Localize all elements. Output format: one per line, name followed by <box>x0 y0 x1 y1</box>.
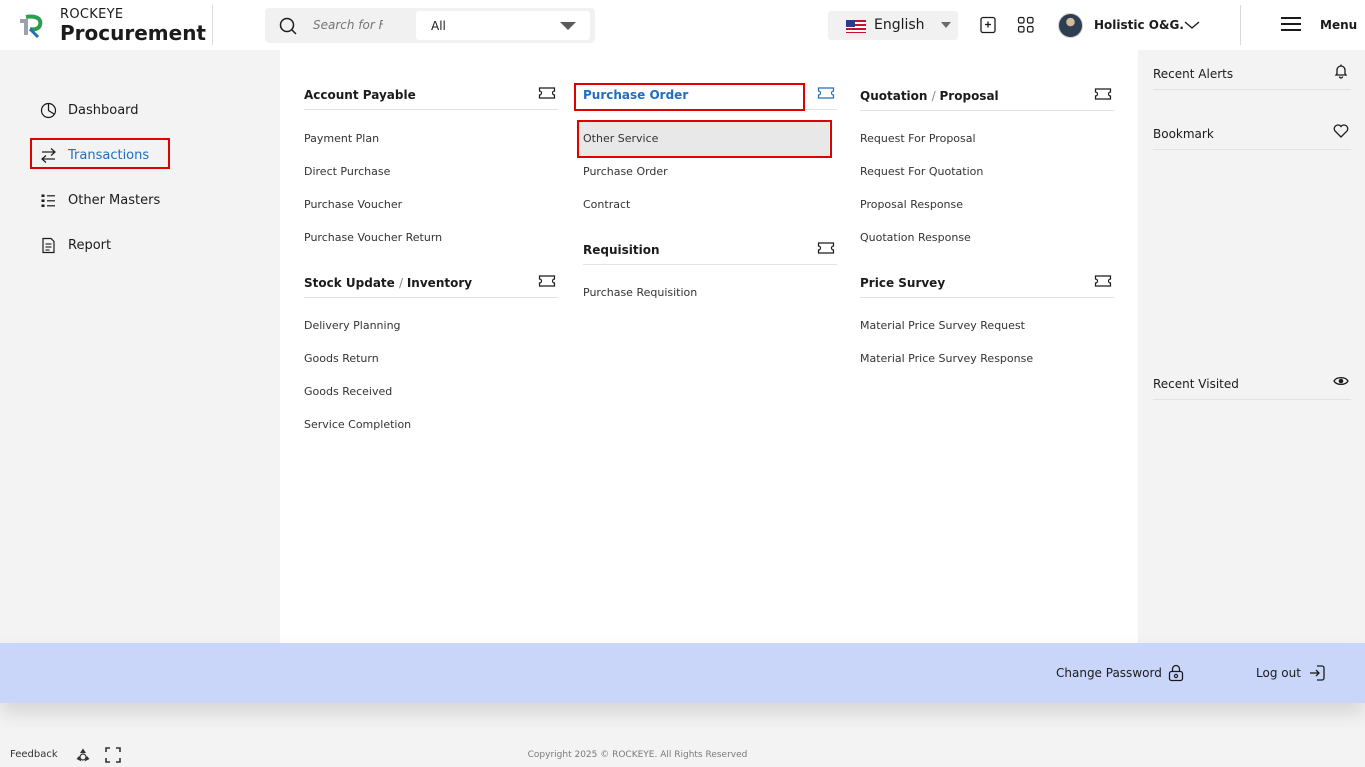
link-material-price-survey-request[interactable]: Material Price Survey Request <box>860 319 1025 332</box>
link-service-completion[interactable]: Service Completion <box>304 418 411 431</box>
ticket-icon[interactable] <box>1094 87 1112 101</box>
link-delivery-planning[interactable]: Delivery Planning <box>304 319 401 332</box>
ticket-icon[interactable] <box>538 86 556 100</box>
link-request-for-proposal[interactable]: Request For Proposal <box>860 132 976 145</box>
link-purchase-voucher-return[interactable]: Purchase Voucher Return <box>304 231 442 244</box>
section-purchase-order: Purchase Order <box>583 87 837 110</box>
bookmark-add-icon[interactable] <box>979 16 997 34</box>
link-proposal-response[interactable]: Proposal Response <box>860 198 963 211</box>
nav-label: Transactions <box>68 147 150 163</box>
nav-label: Report <box>68 237 112 253</box>
hamburger-icon[interactable] <box>1281 16 1301 32</box>
link-purchase-voucher[interactable]: Purchase Voucher <box>304 198 402 211</box>
language-label: English <box>874 17 925 33</box>
caret-down-icon <box>941 22 951 28</box>
account-actions-bar: Change Password Log out <box>0 643 1365 703</box>
logout-icon[interactable] <box>1308 664 1326 682</box>
list-icon <box>41 194 55 207</box>
nav-item-other-masters[interactable]: Other Masters <box>40 189 160 211</box>
section-quotation-proposal: Quotation / Proposal <box>860 88 1114 111</box>
section-title-part: Inventory <box>406 276 473 290</box>
recent-alerts-label: Recent Alerts <box>1153 67 1234 81</box>
apps-grid-icon[interactable] <box>1017 16 1035 34</box>
link-material-price-survey-response[interactable]: Material Price Survey Response <box>860 352 1033 365</box>
search-icon[interactable] <box>279 17 297 35</box>
transactions-menu-panel: Account Payable Payment Plan Direct Purc… <box>280 50 1138 643</box>
caret-down-icon <box>560 22 576 30</box>
link-other-service[interactable]: Other Service <box>579 122 829 156</box>
section-stock-update: Stock Update / Inventory <box>304 275 558 298</box>
language-selector[interactable]: English <box>828 11 958 40</box>
link-request-for-quotation[interactable]: Request For Quotation <box>860 165 983 178</box>
ticket-icon[interactable] <box>1094 274 1112 288</box>
bookmark-header[interactable]: Bookmark <box>1153 114 1351 150</box>
section-title: Requisition <box>583 243 660 257</box>
section-title-part: Quotation <box>860 89 928 103</box>
section-title-part: Stock Update <box>304 276 395 290</box>
nav-item-transactions[interactable]: Transactions <box>40 144 149 166</box>
link-quotation-response[interactable]: Quotation Response <box>860 231 971 244</box>
change-password-button[interactable]: Change Password <box>1056 666 1162 680</box>
eye-icon[interactable] <box>1333 373 1349 389</box>
section-title: Quotation / Proposal <box>860 89 999 103</box>
link-payment-plan[interactable]: Payment Plan <box>304 132 379 145</box>
section-title[interactable]: Purchase Order <box>583 88 688 102</box>
us-flag-icon <box>846 20 866 33</box>
brand-company: ROCKEYE <box>60 7 124 22</box>
logo-icon <box>14 9 48 43</box>
global-search: All <box>265 8 595 43</box>
recent-visited-header[interactable]: Recent Visited <box>1153 364 1351 400</box>
dashboard-icon <box>40 102 57 118</box>
bell-icon[interactable] <box>1333 63 1349 79</box>
copyright-label: Copyright 2025 © ROCKEYE. All Rights Res… <box>527 750 748 760</box>
brand-logo[interactable]: ROCKEYE Procurement <box>14 8 206 43</box>
user-name[interactable]: Holistic O&G. <box>1094 18 1184 32</box>
link-direct-purchase[interactable]: Direct Purchase <box>304 165 390 178</box>
report-icon <box>42 237 55 253</box>
search-scope-select[interactable]: All <box>416 11 590 40</box>
recent-visited-label: Recent Visited <box>1153 377 1239 391</box>
link-goods-received[interactable]: Goods Received <box>304 385 392 398</box>
section-title: Account Payable <box>304 88 416 102</box>
top-header: ROCKEYE Procurement All English Holistic… <box>0 0 1365 50</box>
nav-label: Dashboard <box>68 102 139 118</box>
section-title: Stock Update / Inventory <box>304 276 473 290</box>
heart-icon[interactable] <box>1333 123 1349 139</box>
link-purchase-requisition[interactable]: Purchase Requisition <box>583 286 697 299</box>
transactions-icon <box>41 147 56 163</box>
section-account-payable: Account Payable <box>304 87 558 110</box>
link-contract[interactable]: Contract <box>583 198 630 211</box>
ticket-icon[interactable] <box>538 274 556 288</box>
link-purchase-order[interactable]: Purchase Order <box>583 165 668 178</box>
link-label: Other Service <box>583 132 659 145</box>
nav-label: Other Masters <box>68 192 161 208</box>
section-title: Price Survey <box>860 276 946 290</box>
search-scope-value: All <box>431 19 446 33</box>
section-price-survey: Price Survey <box>860 275 1114 298</box>
lock-icon[interactable] <box>1167 664 1185 682</box>
chevron-down-icon[interactable] <box>1183 19 1201 31</box>
search-input[interactable] <box>313 15 383 35</box>
menu-label[interactable]: Menu <box>1320 18 1357 32</box>
header-divider <box>1240 5 1241 45</box>
recent-alerts-header[interactable]: Recent Alerts <box>1153 54 1351 90</box>
logout-button[interactable]: Log out <box>1256 666 1301 680</box>
nav-item-report[interactable]: Report <box>40 234 111 256</box>
link-goods-return[interactable]: Goods Return <box>304 352 379 365</box>
brand-product: Procurement <box>60 21 206 45</box>
ticket-icon[interactable] <box>817 241 835 255</box>
section-requisition: Requisition <box>583 242 837 265</box>
section-title-part: Proposal <box>939 89 999 103</box>
copyright-text: Copyright 2025 © ROCKEYE. All Rights Res… <box>0 750 1365 760</box>
avatar[interactable] <box>1058 13 1083 38</box>
header-divider <box>212 5 213 45</box>
nav-item-dashboard[interactable]: Dashboard <box>40 99 139 121</box>
ticket-icon[interactable] <box>817 86 835 100</box>
bookmark-label: Bookmark <box>1153 127 1214 141</box>
